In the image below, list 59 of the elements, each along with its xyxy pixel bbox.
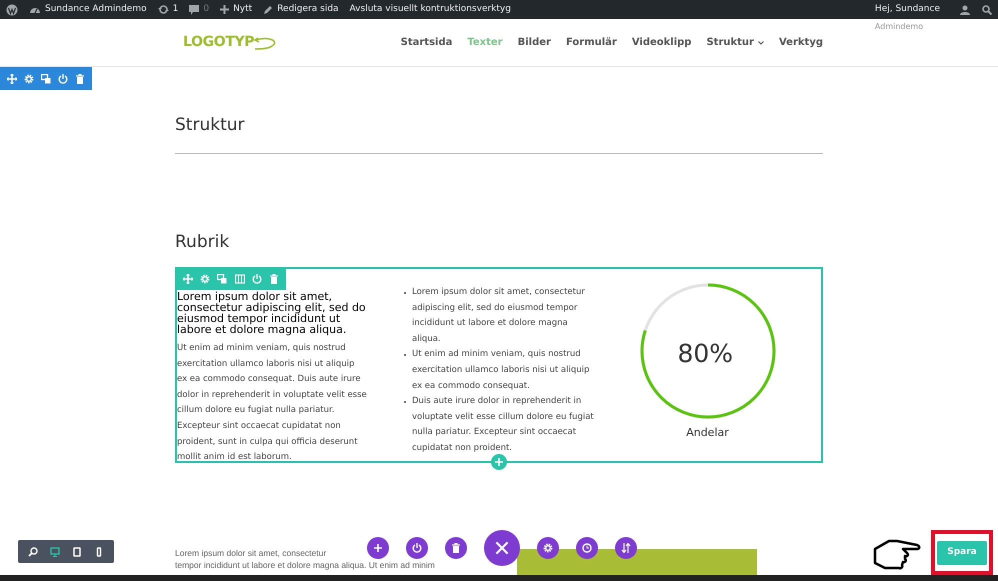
pointing-hand-icon [873, 537, 921, 571]
search-icon[interactable] [982, 4, 992, 14]
nav-link[interactable]: Formulär [566, 35, 617, 50]
sort-button[interactable] [615, 537, 637, 559]
pencil-icon [263, 4, 274, 14]
swoosh-icon [254, 34, 278, 50]
close-button[interactable] [484, 530, 520, 566]
monitor-icon[interactable] [50, 546, 60, 556]
nav-link[interactable]: Struktur [706, 35, 764, 50]
phone-icon[interactable] [94, 546, 104, 556]
close-icon [494, 540, 510, 556]
refresh-icon [158, 5, 169, 14]
account-subtitle: Admindemo [874, 20, 924, 33]
settings-button[interactable] [537, 537, 559, 559]
admin-bar-link[interactable]: Nytt [220, 2, 252, 16]
list-item-text: Lorem ipsum dolor sit amet, consectetur adipiscing elit, sed do eiusmod tempor incididunt ut labore et dolore magna aliqua. [412, 286, 586, 346]
admin-bar-link[interactable]: Sundance Admindemo [29, 2, 147, 16]
delete-button[interactable] [445, 537, 467, 559]
duplicate-icon[interactable] [40, 74, 51, 84]
wordpress-logo-button[interactable] [6, 4, 18, 16]
section-title: Struktur [175, 114, 246, 137]
zoom-icon[interactable] [28, 546, 38, 556]
admin-bar-link[interactable]: 1 [158, 2, 178, 16]
body-text: Ut enim ad minim veniam, quis nostrud exercitation ullamco laboris nisi ut aliquip ex ea commodo consequat. Duis aute irure dolor in reprehenderit in voluptate velit esse cillum dolore eu fugiat nulla pariatur. Excepteur sint occaecat cupidatat non proident, sunt in culpa qui officia deserunt mollit anim id est laborum. [177, 342, 367, 464]
text-line: tempor incididunt ut labore et dolore magna aliqua. Ut enim ad minim [175, 559, 435, 571]
admin-bar-link[interactable]: Redigera sida [263, 2, 339, 16]
list-item-text: Ut enim ad minim veniam, quis nostrud exercitation ullamco laboris nisi ut aliquip ex ea commodo consequat. [412, 348, 590, 393]
dashboard-icon [29, 5, 41, 14]
trash-icon [451, 543, 461, 553]
power-icon [412, 543, 422, 553]
clock-icon [582, 543, 592, 553]
power-icon[interactable] [58, 74, 68, 84]
text-line: Lorem ipsum dolor sit amet, consectetur [175, 547, 326, 559]
sort-icon [621, 543, 631, 553]
tablet-icon[interactable] [72, 546, 82, 556]
trash-icon[interactable] [74, 74, 85, 84]
power-button[interactable] [406, 537, 428, 559]
text-heading: Lorem ipsum dolor sit amet, consectetur adipiscing elit, sed do eiusmod tempor incididunt ut labore et dolore magna aliqua. [177, 291, 367, 335]
comment-icon [189, 4, 200, 14]
nav-link[interactable]: Startsida [400, 35, 452, 50]
admin-bar-link[interactable]: Avsluta visuellt kontruktionsverktyg [350, 2, 511, 16]
history-button[interactable] [576, 537, 598, 559]
move-icon[interactable] [7, 74, 18, 84]
nav-link[interactable]: Bilder [518, 35, 551, 50]
nav-link[interactable]: Verktyg [778, 35, 823, 50]
settings-icon[interactable] [24, 74, 34, 84]
plus-icon [373, 543, 383, 553]
plus-icon [495, 458, 503, 466]
nav-link[interactable]: Videoklipp [632, 35, 692, 50]
settings-icon [543, 543, 553, 553]
counter-label: Andelar [686, 425, 729, 441]
percent-value: 80% [678, 338, 734, 370]
plus-icon [220, 5, 230, 14]
user-icon[interactable] [960, 4, 970, 14]
wordpress-icon [6, 4, 18, 16]
greeting-link[interactable]: Hej, Sundance [874, 4, 940, 14]
row-title: Rubrik [175, 230, 230, 254]
list-item-text: Duis aute irure dolor in reprehenderit in voluptate velit esse cillum dolore eu fugiat nulla pariatur. Excepteur sint occaecat cupidatat non proident. [412, 395, 594, 455]
add-button[interactable] [367, 537, 389, 559]
